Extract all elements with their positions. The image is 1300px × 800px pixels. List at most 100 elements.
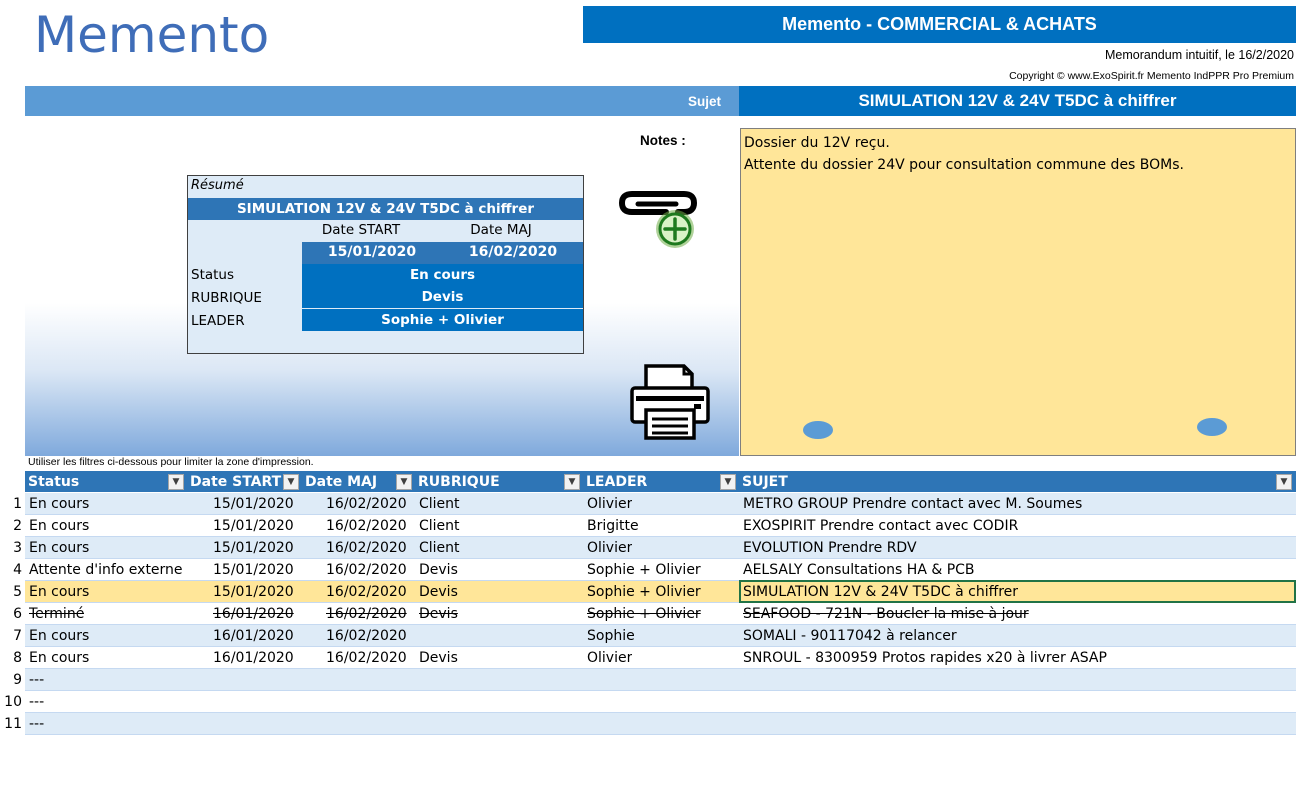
row-number[interactable]: 4 [0, 559, 22, 581]
cell-leader[interactable]: Sophie [587, 625, 635, 647]
cell-date-start[interactable]: 15/01/2020 [213, 493, 294, 515]
resume-status-label: Status [191, 267, 235, 283]
table-row[interactable]: 10 --- [0, 691, 1300, 713]
cell-sujet[interactable]: METRO GROUP Prendre contact avec M. Soum… [743, 493, 1082, 515]
table-row[interactable]: 2 En cours 15/01/2020 16/02/2020 Client Brigi… [0, 515, 1300, 537]
cell-leader[interactable]: Sophie + Olivier [587, 581, 701, 603]
cell-rubrique[interactable]: Client [419, 493, 460, 515]
paperclip-add-icon[interactable] [618, 182, 700, 252]
row-number[interactable]: 10 [0, 691, 22, 713]
cell-date-maj[interactable]: 16/02/2020 [326, 515, 407, 537]
cell-status[interactable]: En cours [29, 647, 89, 669]
row-band [25, 691, 1296, 713]
app-title: Memento - COMMERCIAL & ACHATS [583, 6, 1296, 43]
cell-leader[interactable]: Olivier [587, 647, 632, 669]
table-row[interactable]: 7 En cours 16/01/2020 16/02/2020 Sophie SOMAL… [0, 625, 1300, 647]
resume-title: Résumé [191, 178, 244, 193]
filter-dropdown-icon[interactable]: ▼ [564, 474, 580, 490]
cell-sujet[interactable]: EXOSPIRIT Prendre contact avec CODIR [743, 515, 1018, 537]
cell-leader[interactable]: Olivier [587, 493, 632, 515]
row-number[interactable]: 8 [0, 647, 22, 669]
cell-date-start[interactable]: 15/01/2020 [213, 559, 294, 581]
row-number[interactable]: 11 [0, 713, 22, 735]
cell-date-start[interactable]: 16/01/2020 [213, 647, 294, 669]
table-row[interactable]: 11 --- [0, 713, 1300, 735]
cell-status[interactable]: En cours [29, 515, 89, 537]
cell-sujet[interactable]: SNROUL - 8300959 Protos rapides x20 à li… [743, 647, 1107, 669]
row-band [25, 713, 1296, 735]
filter-dropdown-icon[interactable]: ▼ [283, 474, 299, 490]
cell-date-maj[interactable]: 16/02/2020 [326, 581, 407, 603]
cell-status[interactable]: --- [29, 713, 44, 735]
cell-date-maj[interactable]: 16/02/2020 [326, 537, 407, 559]
row-number[interactable]: 2 [0, 515, 22, 537]
cell-date-start[interactable]: 15/01/2020 [213, 581, 294, 603]
cell-status[interactable]: En cours [29, 625, 89, 647]
cell-sujet[interactable]: SOMALI - 90117042 à relancer [743, 625, 957, 647]
cell-rubrique[interactable]: Devis [419, 559, 458, 581]
cell-status[interactable]: En cours [29, 581, 89, 603]
cell-date-maj[interactable]: 16/02/2020 [326, 647, 407, 669]
cell-status[interactable]: --- [29, 691, 44, 713]
cell-status[interactable]: Attente d'info externe [29, 559, 183, 581]
printer-icon[interactable] [628, 360, 714, 442]
cell-status[interactable]: Terminé [29, 603, 84, 625]
filter-dropdown-icon[interactable]: ▼ [396, 474, 412, 490]
row-number[interactable]: 1 [0, 493, 22, 515]
row-number[interactable]: 9 [0, 669, 22, 691]
cell-leader[interactable]: Olivier [587, 537, 632, 559]
col-header-rubrique[interactable]: RUBRIQUE [415, 471, 583, 493]
notes-handle-left[interactable] [803, 421, 833, 439]
cell-sujet[interactable]: SEAFOOD - 721N - Boucler la mise à jour [743, 603, 1029, 625]
cell-date-start[interactable]: 15/01/2020 [213, 515, 294, 537]
resume-rubrique-value: Devis [302, 286, 583, 308]
table-row[interactable]: 9 --- [0, 669, 1300, 691]
cell-leader[interactable]: Sophie + Olivier [587, 559, 701, 581]
table-row[interactable]: 6 Terminé 16/01/2020 16/02/2020 Devis Sophie … [0, 603, 1300, 625]
selected-cell-outline [739, 580, 1296, 603]
filter-dropdown-icon[interactable]: ▼ [1276, 474, 1292, 490]
cell-sujet[interactable]: AELSALY Consultations HA & PCB [743, 559, 975, 581]
cell-rubrique[interactable]: Devis [419, 581, 458, 603]
cell-date-start[interactable]: 16/01/2020 [213, 625, 294, 647]
cell-rubrique[interactable]: Devis [419, 647, 458, 669]
cell-date-maj[interactable]: 16/02/2020 [326, 559, 407, 581]
cell-status[interactable]: En cours [29, 493, 89, 515]
cell-date-maj[interactable]: 16/02/2020 [326, 493, 407, 515]
cell-leader[interactable]: Brigitte [587, 515, 639, 537]
sujet-value-cell[interactable]: SIMULATION 12V & 24V T5DC à chiffrer [739, 86, 1296, 116]
table-row[interactable]: 5 En cours 15/01/2020 16/02/2020 Devis Sophie… [0, 580, 1300, 603]
resume-dates: 15/01/2020 16/02/2020 [302, 242, 583, 264]
cell-rubrique[interactable]: Client [419, 537, 460, 559]
col-header-leader[interactable]: LEADER [583, 471, 739, 493]
resume-date-maj-label: Date MAJ [470, 222, 532, 238]
cell-rubrique[interactable]: Devis [419, 603, 458, 625]
cell-sujet[interactable]: EVOLUTION Prendre RDV [743, 537, 917, 559]
cell-status[interactable]: En cours [29, 537, 89, 559]
col-header-sujet[interactable]: SUJET [739, 471, 1296, 493]
table-row[interactable]: 8 En cours 16/01/2020 16/02/2020 Devis Olivie… [0, 647, 1300, 669]
filter-active-icon[interactable]: ▼ [168, 474, 184, 490]
cell-date-maj[interactable]: 16/02/2020 [326, 603, 407, 625]
notes-handle-right[interactable] [1197, 418, 1227, 436]
table-row[interactable]: 4 Attente d'info externe 15/01/2020 16/02/2… [0, 559, 1300, 581]
table-row[interactable]: 1 En cours 15/01/2020 16/02/2020 Client Olivi… [0, 493, 1300, 515]
filter-dropdown-icon[interactable]: ▼ [720, 474, 736, 490]
row-number[interactable]: 5 [0, 581, 22, 603]
notes-line: Dossier du 12V reçu. [744, 135, 890, 151]
table-row[interactable]: 3 En cours 15/01/2020 16/02/2020 Client Olivi… [0, 537, 1300, 559]
col-header-status[interactable]: Status [25, 471, 187, 493]
row-number[interactable]: 7 [0, 625, 22, 647]
notes-box[interactable]: Dossier du 12V reçu. Attente du dossier … [740, 128, 1296, 456]
cell-date-maj[interactable]: 16/02/2020 [326, 625, 407, 647]
cell-leader[interactable]: Sophie + Olivier [587, 603, 701, 625]
notes-line: Attente du dossier 24V pour consultation… [744, 157, 1185, 173]
cell-date-start[interactable]: 15/01/2020 [213, 537, 294, 559]
cell-date-start[interactable]: 16/01/2020 [213, 603, 294, 625]
cell-rubrique[interactable]: Client [419, 515, 460, 537]
resume-leader-value: Sophie + Olivier [302, 309, 583, 331]
copyright-text: Copyright © www.ExoSpirit.fr Memento Ind… [1009, 70, 1294, 82]
row-number[interactable]: 3 [0, 537, 22, 559]
row-number[interactable]: 6 [0, 603, 22, 625]
cell-status[interactable]: --- [29, 669, 44, 691]
